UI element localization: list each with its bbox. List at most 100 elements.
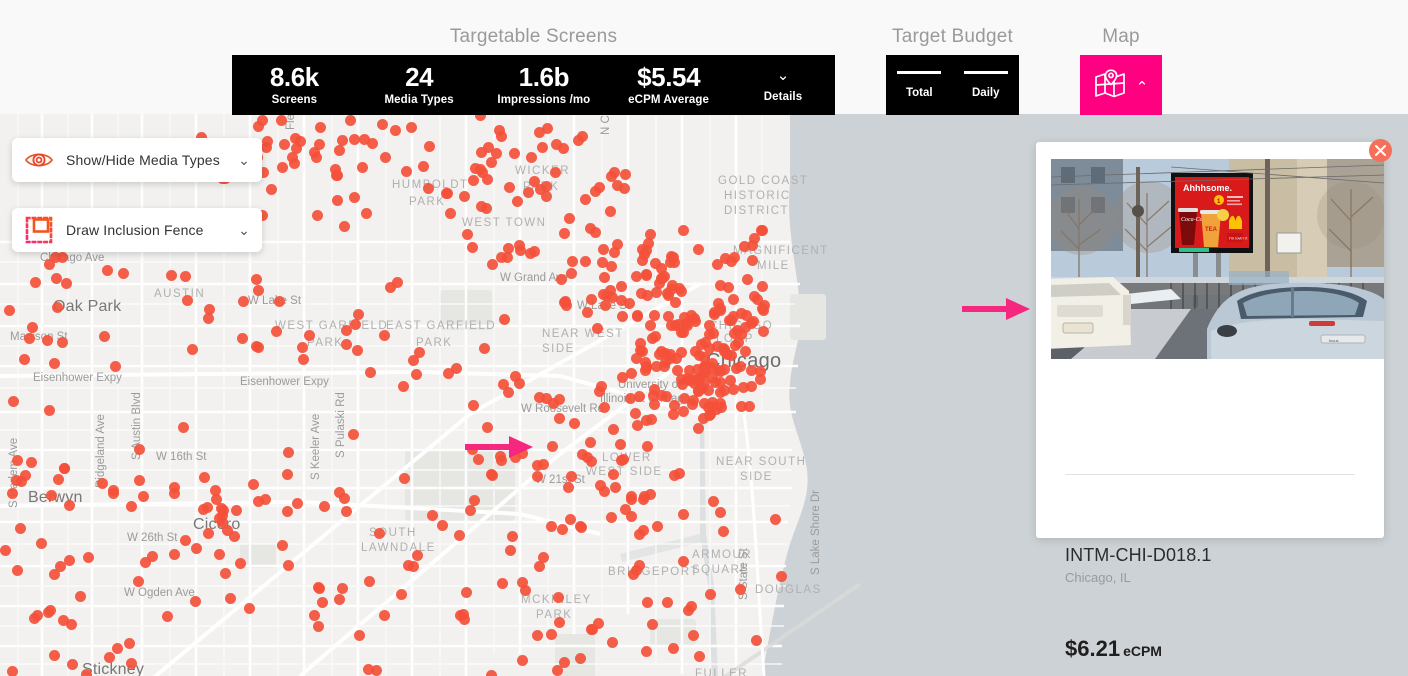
screen-location-dot[interactable] [531,470,543,482]
screen-location-dot[interactable] [186,343,198,355]
screen-location-dot[interactable] [626,367,638,379]
screen-location-dot[interactable] [6,666,18,676]
screen-location-dot[interactable] [45,490,57,502]
screen-location-dot[interactable] [407,354,419,366]
screen-location-dot[interactable] [585,293,597,305]
screen-location-dot[interactable] [290,142,302,154]
screen-location-dot[interactable] [775,570,787,582]
screen-location-dot[interactable] [566,470,578,482]
screen-location-dot[interactable] [770,513,782,525]
screen-location-dot[interactable] [630,353,642,364]
screen-location-dot[interactable] [667,409,679,420]
close-card-button[interactable] [1369,139,1392,162]
screen-location-dot[interactable] [605,261,617,273]
screen-location-dot[interactable] [214,548,226,560]
map-canvas[interactable]: ChicagoOak ParkBerwynCiceroStickneyAUSTI… [0,114,884,676]
screen-location-dot[interactable] [298,353,310,365]
screen-location-dot[interactable] [538,551,550,563]
screen-location-dot[interactable] [658,360,670,372]
screen-location-dot[interactable] [344,114,356,126]
screen-location-dot[interactable] [250,274,262,286]
screen-location-dot[interactable] [614,438,626,450]
screen-location-dot[interactable] [49,568,61,580]
screen-location-dot[interactable] [125,658,137,670]
screen-location-dot[interactable] [364,366,376,378]
screen-location-dot[interactable] [23,332,35,344]
screen-location-dot[interactable] [533,126,545,138]
screen-location-dot[interactable] [478,343,490,355]
screen-location-dot[interactable] [7,395,19,407]
screen-location-dot[interactable] [411,550,423,562]
screen-location-dot[interactable] [125,500,137,512]
screen-location-dot[interactable] [616,371,628,383]
screen-location-dot[interactable] [378,609,390,621]
screen-location-dot[interactable] [675,346,687,358]
screen-location-dot[interactable] [552,664,564,676]
screen-location-dot[interactable] [234,558,246,570]
screen-location-dot[interactable] [553,412,565,424]
screen-location-dot[interactable] [401,165,412,177]
screen-location-dot[interactable] [458,191,470,203]
screen-location-dot[interactable] [717,525,729,537]
screen-location-dot[interactable] [98,330,110,342]
screen-location-dot[interactable] [276,114,288,126]
screen-location-dot[interactable] [608,423,620,435]
screen-location-dot[interactable] [177,421,189,433]
screen-location-dot[interactable] [631,309,643,321]
screen-location-dot[interactable] [398,472,410,484]
screen-location-dot[interactable] [340,325,352,337]
screen-location-dot[interactable] [668,257,680,269]
screen-location-dot[interactable] [490,147,502,159]
screen-location-dot[interactable] [111,643,123,655]
budget-daily[interactable]: Daily [953,55,1020,115]
screen-location-dot[interactable] [313,582,325,594]
screen-location-dot[interactable] [444,208,456,220]
screen-location-dot[interactable] [181,295,193,307]
screen-location-dot[interactable] [579,194,591,206]
screen-location-dot[interactable] [581,306,593,318]
screen-location-dot[interactable] [3,304,15,316]
screen-location-dot[interactable] [81,669,93,676]
screen-location-dot[interactable] [350,318,361,330]
screen-location-dot[interactable] [310,152,322,164]
screen-location-dot[interactable] [134,474,146,486]
screen-location-dot[interactable] [252,495,264,507]
screen-location-dot[interactable] [549,166,561,178]
screen-location-dot[interactable] [579,255,591,267]
screen-location-dot[interactable] [609,482,621,494]
screen-location-dot[interactable] [584,437,596,449]
screen-location-dot[interactable] [238,295,250,307]
screen-location-dot[interactable] [519,585,531,597]
screen-location-dot[interactable] [533,391,545,403]
screen-location-dot[interactable] [179,271,191,283]
screen-location-dot[interactable] [708,327,720,339]
screen-location-dot[interactable] [616,310,628,322]
screen-location-dot[interactable] [594,385,606,397]
screen-location-dot[interactable] [630,407,642,419]
screen-location-dot[interactable] [317,596,329,608]
screen-location-dot[interactable] [734,584,746,596]
screen-location-dot[interactable] [108,484,120,496]
screen-location-dot[interactable] [498,313,510,325]
screen-location-dot[interactable] [497,379,509,391]
screen-location-dot[interactable] [674,467,686,479]
screen-location-dot[interactable] [558,227,570,239]
screen-location-dot[interactable] [705,588,717,600]
screen-location-dot[interactable] [333,145,345,157]
screen-location-dot[interactable] [636,287,648,299]
screen-location-dot[interactable] [638,248,650,260]
screen-location-dot[interactable] [663,289,675,301]
screen-location-dot[interactable] [633,529,645,541]
screen-location-dot[interactable] [691,373,703,385]
screen-location-dot[interactable] [707,496,719,508]
screen-location-dot[interactable] [60,278,72,290]
screen-location-dot[interactable] [370,664,382,676]
screen-location-dot[interactable] [53,473,65,485]
screen-location-dot[interactable] [553,394,565,406]
screen-location-dot[interactable] [220,567,232,579]
screen-location-dot[interactable] [309,609,321,621]
screen-location-dot[interactable] [589,186,601,198]
screen-location-dot[interactable] [692,422,704,434]
screen-location-dot[interactable] [470,162,482,174]
screen-location-dot[interactable] [678,508,690,520]
